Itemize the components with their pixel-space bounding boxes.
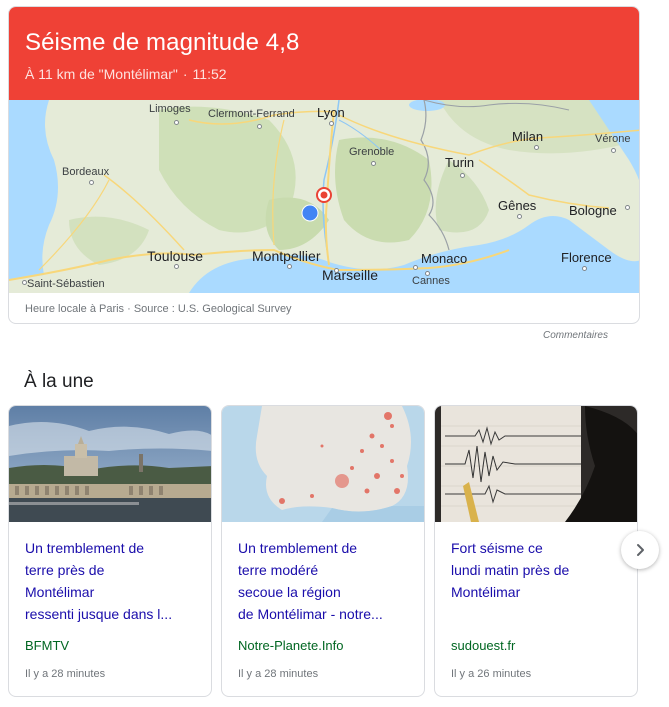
city-dot (371, 161, 376, 166)
earthquake-map[interactable]: Limoges Clermont-Ferrand Lyon Milan Véro… (9, 100, 639, 293)
earthquake-title: Séisme de magnitude 4,8 (25, 29, 300, 56)
city-dot (257, 124, 262, 129)
top-stories-heading: À la une (24, 371, 94, 392)
earthquake-card: Séisme de magnitude 4,8 À 11 km de "Mont… (8, 6, 640, 324)
news-card[interactable]: Un tremblement de terre modéré secoue la… (221, 405, 425, 697)
city-dot (425, 271, 430, 276)
feedback-link[interactable]: Commentaires (543, 330, 608, 341)
map-label-clermont: Clermont-Ferrand (208, 108, 295, 120)
next-stories-button[interactable] (621, 531, 659, 569)
news-time: Il y a 28 minutes (238, 668, 319, 680)
map-label-toulouse: Toulouse (147, 248, 204, 264)
news-source: BFMTV (25, 638, 70, 653)
map-label-limoges: Limoges (149, 103, 191, 115)
map-label-verone: Vérone (595, 133, 631, 145)
city-dot (174, 264, 179, 269)
map-label-cannes: Cannes (412, 275, 450, 287)
blue-dot-icon (301, 204, 319, 222)
city-dot (89, 180, 94, 185)
news-thumbnail (222, 406, 424, 522)
target-icon[interactable] (316, 187, 332, 203)
chevron-right-icon (637, 544, 644, 556)
map-label-grenoble: Grenoble (349, 146, 395, 158)
map-label-bologne: Bologne (569, 203, 617, 218)
earthquake-header: Séisme de magnitude 4,8 À 11 km de "Mont… (9, 7, 639, 100)
map-label-turin: Turin (445, 155, 475, 170)
city-dot (334, 268, 339, 273)
news-thumbnail (9, 406, 211, 522)
earthquake-subtitle: À 11 km de "Montélimar" · 11:52 (25, 65, 623, 83)
news-title[interactable]: Un tremblement de terre modéré secoue la… (238, 537, 414, 625)
news-source: Notre-Planete.Info (238, 638, 344, 653)
city-dot (22, 280, 27, 285)
news-thumbnail (435, 406, 637, 522)
map-label-saint-sebastien: Saint-Sébastien (27, 278, 105, 290)
city-dot (287, 264, 292, 269)
news-card[interactable]: Un tremblement de terre près de Montélim… (8, 405, 212, 697)
city-dot (582, 266, 587, 271)
news-source: sudouest.fr (451, 638, 516, 653)
map-label-bordeaux: Bordeaux (62, 166, 110, 178)
map-label-genes: Gênes (498, 198, 537, 213)
map-label-monaco: Monaco (421, 251, 468, 266)
city-dot (174, 120, 179, 125)
map-label-florence: Florence (561, 250, 612, 265)
news-time: Il y a 28 minutes (25, 668, 106, 680)
earthquake-source: Heure locale à Paris · Source : U.S. Geo… (25, 303, 292, 315)
city-dot (611, 148, 616, 153)
news-card[interactable]: Fort séisme ce lundi matin près de Monté… (434, 405, 638, 697)
map-label-lyon: Lyon (317, 105, 345, 120)
city-dot (413, 265, 418, 270)
city-dot (534, 145, 539, 150)
map-label-marseille: Marseille (322, 267, 379, 283)
city-dot (517, 214, 522, 219)
news-time: Il y a 26 minutes (451, 668, 532, 680)
news-title[interactable]: Fort séisme ce lundi matin près de Monté… (451, 537, 627, 603)
map-label-milan: Milan (512, 129, 544, 144)
separator: · (182, 66, 188, 82)
earthquake-time: 11:52 (192, 66, 227, 82)
city-dot (460, 173, 465, 178)
news-title[interactable]: Un tremblement de terre près de Montélim… (25, 537, 201, 625)
map-label-montpellier: Montpellier (252, 248, 321, 264)
city-dot (329, 121, 334, 126)
earthquake-location: À 11 km de "Montélimar" (25, 66, 178, 82)
city-dot (625, 205, 630, 210)
